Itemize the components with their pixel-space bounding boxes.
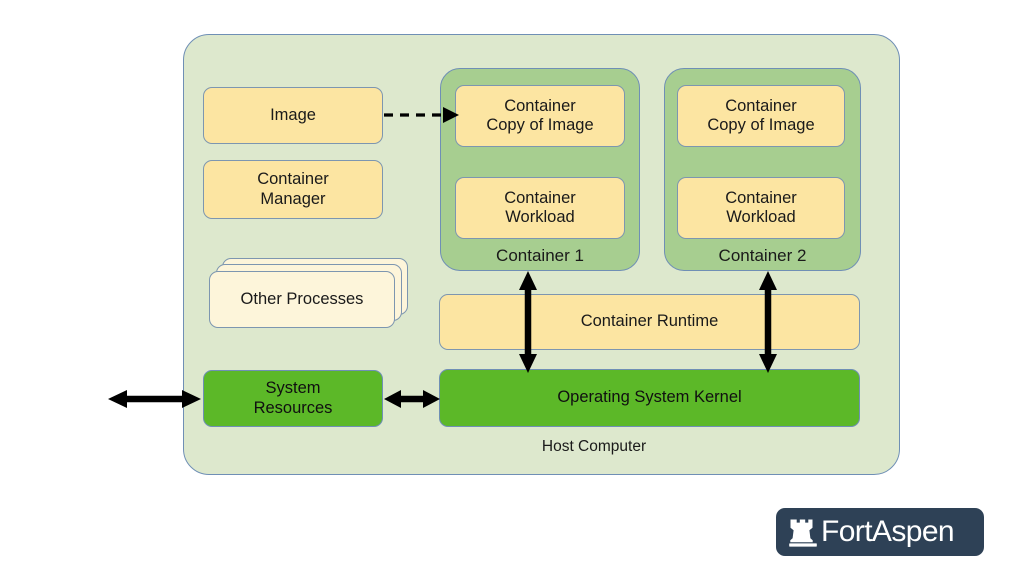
host-computer-label: Host Computer	[541, 438, 647, 455]
chess-rook-icon	[789, 519, 817, 547]
container-runtime-box: Container Runtime	[439, 294, 860, 350]
system-resources-box: System Resources	[203, 370, 383, 427]
image-box: Image	[203, 87, 383, 144]
fortaspen-logo: FortAspen	[776, 508, 984, 556]
diagram-canvas: Host Computer Image Container Manager Ot…	[0, 0, 1024, 576]
container-1-caption: Container 1	[496, 245, 584, 265]
other-processes-box: Other Processes	[209, 271, 395, 328]
container-2-copy-of-image-box: Container Copy of Image	[677, 85, 845, 147]
container-1-workload-box: Container Workload	[455, 177, 625, 239]
fortaspen-logo-text: FortAspen	[821, 515, 955, 548]
container-2-workload-box: Container Workload	[677, 177, 845, 239]
container-1-copy-of-image-box: Container Copy of Image	[455, 85, 625, 147]
container-manager-box: Container Manager	[203, 160, 383, 219]
operating-system-kernel-box: Operating System Kernel	[439, 369, 860, 427]
container-2-caption: Container 2	[718, 245, 807, 265]
